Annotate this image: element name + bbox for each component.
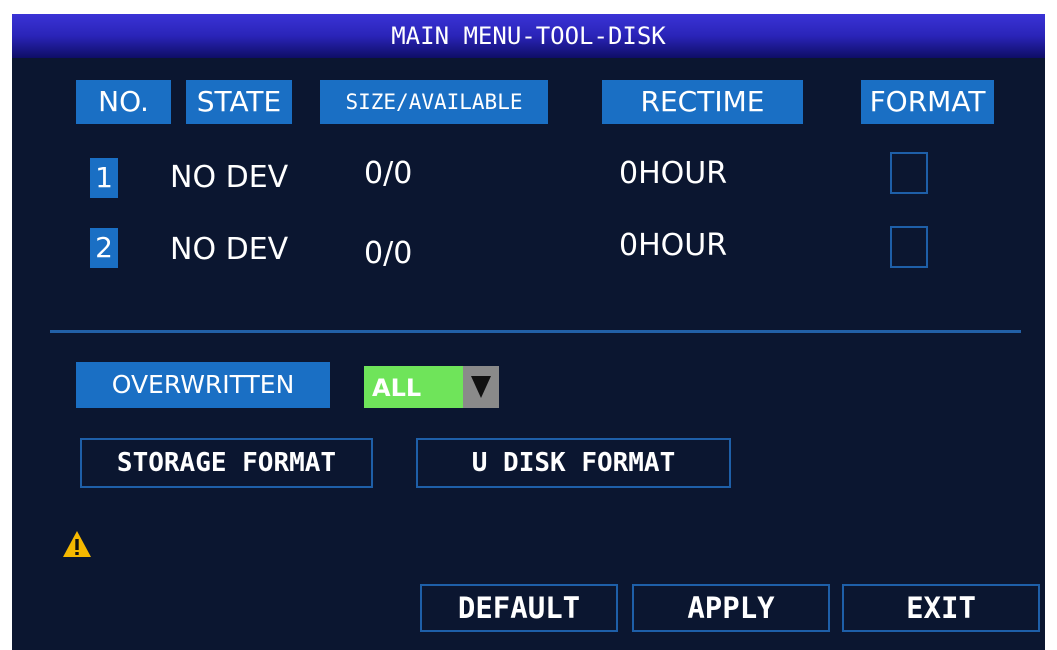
header-rectime: RECTIME [602,80,803,124]
row-2-state: NO DEV [170,232,289,267]
row-2-number: 2 [90,228,118,268]
storage-format-button[interactable]: STORAGE FORMAT [80,438,373,488]
row-2-size: 0/0 [364,236,413,271]
header-no: NO. [76,80,171,124]
header-format: FORMAT [861,80,994,124]
apply-button[interactable]: APPLY [632,584,830,632]
window-title: MAIN MENU-TOOL-DISK [12,14,1045,58]
row-1-format-checkbox[interactable] [890,152,928,194]
warning-icon [63,531,91,557]
exit-button[interactable]: EXIT [842,584,1040,632]
row-1-state: NO DEV [170,160,289,195]
overwritten-select[interactable]: ALL [364,366,499,408]
disk-menu-screen: MAIN MENU-TOOL-DISK NO. STATE SIZE/AVAIL… [12,14,1045,650]
row-2-format-checkbox[interactable] [890,226,928,268]
overwritten-value: ALL [372,374,422,402]
row-1-size: 0/0 [364,156,413,191]
header-state: STATE [186,80,292,124]
overwritten-label: OVERWRITTEN [76,362,330,408]
dropdown-arrow-icon[interactable] [463,366,499,408]
header-size-available: SIZE/AVAILABLE [320,80,548,124]
default-button[interactable]: DEFAULT [420,584,618,632]
u-disk-format-button[interactable]: U DISK FORMAT [416,438,731,488]
row-1-number: 1 [90,158,118,198]
row-1-rectime: 0HOUR [619,156,728,191]
divider [50,330,1021,333]
row-2-rectime: 0HOUR [619,228,728,263]
